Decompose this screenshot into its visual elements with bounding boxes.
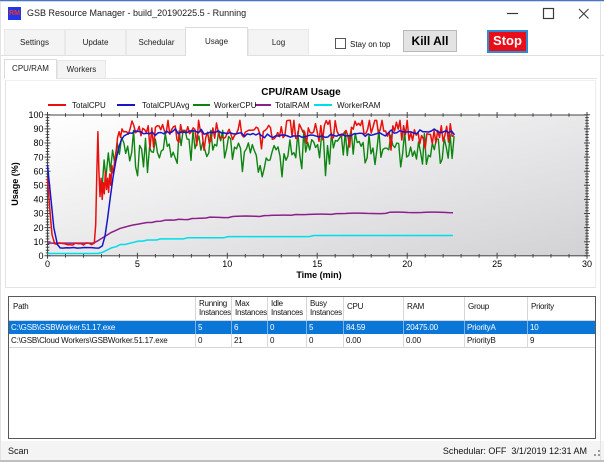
svg-text:50: 50 bbox=[33, 181, 43, 191]
svg-text:100: 100 bbox=[28, 110, 43, 120]
svg-text:70: 70 bbox=[33, 152, 43, 162]
svg-text:80: 80 bbox=[33, 138, 43, 148]
svg-text:15: 15 bbox=[312, 259, 322, 269]
svg-text:10: 10 bbox=[222, 259, 232, 269]
svg-text:TotalRAM: TotalRAM bbox=[275, 101, 310, 110]
svg-text:20: 20 bbox=[33, 223, 43, 233]
svg-text:20: 20 bbox=[402, 259, 412, 269]
svg-text:10: 10 bbox=[33, 237, 43, 247]
svg-text:25: 25 bbox=[492, 259, 502, 269]
svg-text:TotalCPUAvg: TotalCPUAvg bbox=[142, 101, 189, 110]
svg-text:Usage (%): Usage (%) bbox=[10, 162, 20, 206]
svg-text:CPU/RAM Usage: CPU/RAM Usage bbox=[261, 87, 341, 98]
svg-text:0: 0 bbox=[38, 251, 43, 261]
svg-text:TotalCPU: TotalCPU bbox=[72, 101, 106, 110]
svg-text:30: 30 bbox=[33, 209, 43, 219]
svg-text:90: 90 bbox=[33, 124, 43, 134]
svg-text:Time (min): Time (min) bbox=[296, 270, 341, 280]
svg-text:WorkerCPU: WorkerCPU bbox=[214, 101, 257, 110]
svg-text:30: 30 bbox=[582, 259, 592, 269]
svg-text:5: 5 bbox=[135, 259, 140, 269]
svg-text:WorkerRAM: WorkerRAM bbox=[337, 101, 381, 110]
svg-text:60: 60 bbox=[33, 166, 43, 176]
svg-text:0: 0 bbox=[45, 259, 50, 269]
svg-text:40: 40 bbox=[33, 195, 43, 205]
